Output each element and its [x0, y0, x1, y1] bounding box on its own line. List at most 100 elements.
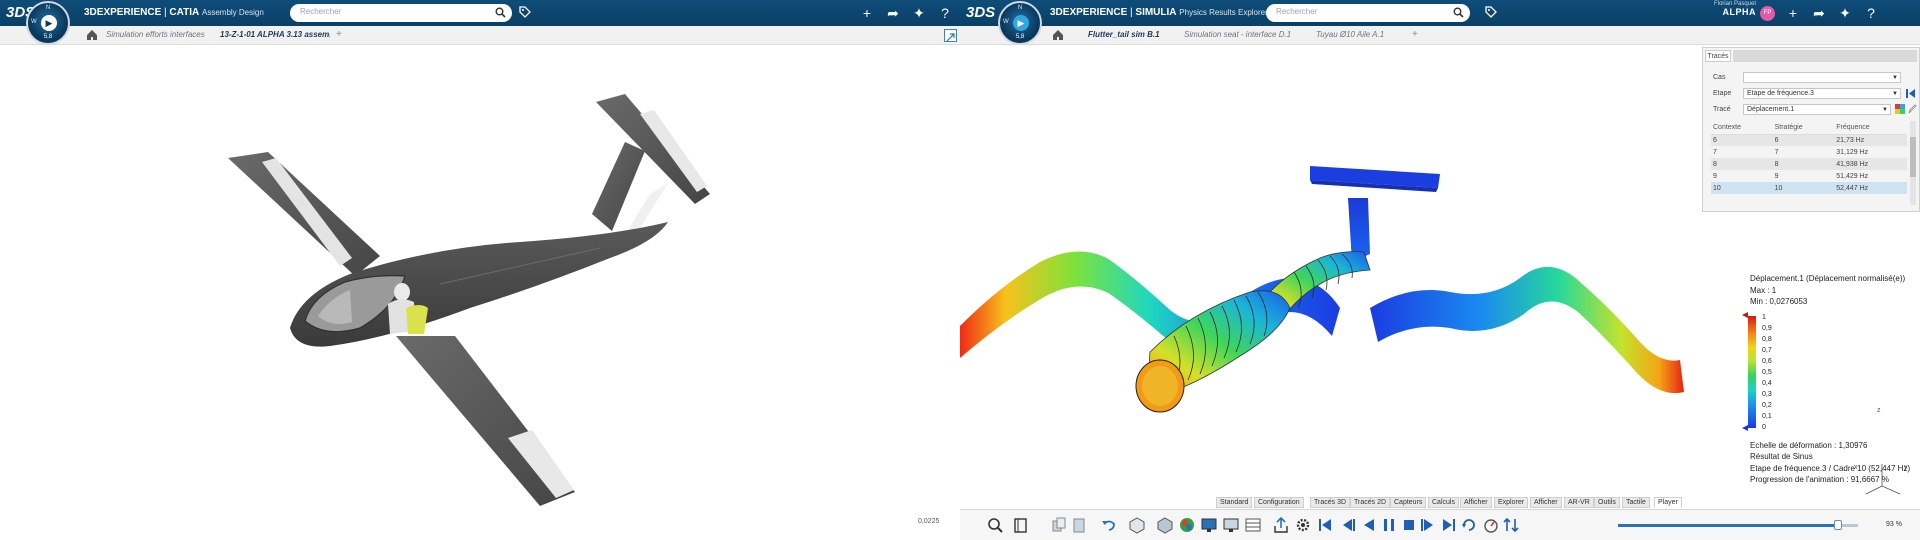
table-row[interactable]: 7 7 31,129 Hz — [1711, 146, 1907, 158]
add-icon[interactable]: + — [1784, 4, 1802, 22]
scrollbar[interactable] — [1910, 121, 1916, 205]
brand-name: 3DEXPERIENCE — [1050, 7, 1128, 18]
next-frame-icon[interactable] — [1420, 516, 1438, 534]
paste-icon[interactable] — [1070, 516, 1088, 534]
render-style-icon[interactable] — [1178, 516, 1196, 534]
color-map-icon[interactable] — [1895, 104, 1905, 115]
traces-panel[interactable]: Tracés Cas ▼ Etape Etape de fréquence.3 ▼… — [1702, 47, 1920, 212]
tab-tuyau[interactable]: Tuyau Ø10 Aile A.1 — [1316, 30, 1394, 39]
table-row[interactable]: 6 6 21,73 Hz — [1711, 134, 1907, 146]
etape-select[interactable]: Etape de fréquence.3 ▼ — [1743, 88, 1901, 99]
tag-icon[interactable] — [518, 5, 532, 19]
prev-frame-icon[interactable] — [1338, 516, 1356, 534]
tab-ar-vr[interactable]: AR-VR — [1564, 497, 1594, 508]
col-contexte[interactable]: Contexte — [1711, 121, 1773, 135]
loop-icon[interactable] — [1460, 516, 1478, 534]
speed-icon[interactable] — [1482, 516, 1500, 534]
home-icon[interactable] — [86, 29, 98, 41]
tab-simulation-seat[interactable]: Simulation seat - interface D.1 — [1184, 30, 1290, 39]
color-scale[interactable] — [1748, 316, 1756, 428]
table-row[interactable]: 10 10 52,447 Hz — [1711, 182, 1907, 194]
display-icon[interactable] — [1222, 516, 1240, 534]
tab-outils[interactable]: Outils — [1594, 497, 1620, 508]
tab-afficher-2[interactable]: Afficher — [1530, 497, 1562, 508]
tab-player[interactable]: Player — [1654, 497, 1682, 508]
airplane-model[interactable] — [0, 46, 960, 540]
3d-viewport[interactable]: 0,0225 — [0, 46, 960, 540]
scrollbar-thumb[interactable] — [1910, 137, 1916, 177]
tab-flutter-tail[interactable]: Flutter_tail sim B.1 — [1088, 30, 1166, 39]
col-strategie[interactable]: Stratégie — [1772, 121, 1835, 135]
col-frequence[interactable]: Fréquence — [1834, 121, 1907, 135]
tab-configuration[interactable]: Configuration — [1254, 497, 1304, 508]
undo-icon[interactable] — [1100, 516, 1118, 534]
tag-icon[interactable] — [1484, 5, 1498, 19]
add-icon[interactable]: + — [858, 4, 876, 22]
copy-icon[interactable] — [1050, 516, 1068, 534]
search-icon[interactable] — [495, 7, 506, 18]
avatar[interactable]: FP — [1760, 6, 1775, 21]
gear-icon[interactable] — [1294, 516, 1312, 534]
play-icon[interactable]: ▶ — [41, 15, 57, 31]
share-icon[interactable]: ➦ — [1810, 4, 1828, 22]
help-icon[interactable]: ? — [936, 4, 954, 22]
tab-calculs[interactable]: Calculs — [1428, 497, 1459, 508]
share-icon[interactable]: ➦ — [884, 4, 902, 22]
book-icon[interactable] — [1012, 516, 1030, 534]
first-frame-icon[interactable] — [1316, 516, 1334, 534]
tab-explorer[interactable]: Explorer — [1494, 497, 1529, 508]
community-icon[interactable]: ✦ — [1836, 4, 1854, 22]
search-placeholder: Rechercher — [300, 7, 342, 16]
community-icon[interactable]: ✦ — [910, 4, 928, 22]
document-tabbar: Simulation efforts interfaces 13-Z-1-01 … — [0, 26, 960, 45]
cell: 21,73 Hz — [1834, 134, 1907, 146]
edit-icon[interactable] — [1908, 104, 1917, 115]
play-backward-icon[interactable] — [1360, 516, 1378, 534]
add-tab-button[interactable]: + — [1412, 29, 1418, 40]
table-icon[interactable] — [1244, 516, 1262, 534]
tab-afficher[interactable]: Afficher — [1460, 497, 1492, 508]
search-input[interactable]: Rechercher — [290, 4, 512, 22]
tab-assembly[interactable]: 13-Z-1-01 ALPHA 3.13 assembly — [220, 30, 330, 39]
tab-traces-3d[interactable]: Tracés 3D — [1310, 497, 1351, 508]
compass-button[interactable]: N W ▶ 5,8 — [26, 1, 70, 45]
tab-traces-2d[interactable]: Tracés 2D — [1350, 497, 1391, 508]
action-bar: 93 % — [960, 509, 1920, 540]
cas-select[interactable]: ▼ — [1743, 72, 1901, 83]
search-icon[interactable] — [1453, 7, 1464, 18]
tab-capteurs[interactable]: Capteurs — [1390, 497, 1427, 508]
settings-sort-icon[interactable] — [1502, 516, 1520, 534]
screen-icon[interactable] — [1200, 516, 1218, 534]
help-icon[interactable]: ? — [1862, 4, 1880, 22]
animation-slider-handle[interactable] — [1834, 520, 1842, 530]
table-row[interactable]: 9 9 51,429 Hz — [1711, 170, 1907, 182]
play-icon[interactable]: ▶ — [1013, 15, 1029, 31]
app-title: 3DEXPERIENCE | SIMULIA Physics Results E… — [1050, 7, 1268, 18]
frequency-table[interactable]: Contexte Stratégie Fréquence 6 6 21,73 Hz … — [1711, 121, 1907, 194]
compass-north: N — [1017, 5, 1023, 11]
export-icon[interactable] — [1272, 516, 1290, 534]
skip-icon[interactable] — [1906, 88, 1916, 99]
view-cube-icon[interactable] — [1156, 516, 1174, 534]
tab-traces[interactable]: Tracés — [1705, 50, 1731, 62]
stop-icon[interactable] — [1400, 516, 1418, 534]
table-row[interactable]: 8 8 41,938 Hz — [1711, 158, 1907, 170]
compass-button[interactable]: N W ▶ 5,8 — [998, 1, 1042, 45]
add-tab-button[interactable]: + — [336, 29, 342, 40]
search-input[interactable]: Rechercher — [1266, 4, 1470, 22]
color-scale-tick: 0,1 — [1762, 413, 1772, 420]
home-icon[interactable] — [1052, 29, 1064, 41]
tab-tactile[interactable]: Tactile — [1622, 497, 1650, 508]
user-block[interactable]: Florian Pasquet ALPHA — [1700, 1, 1756, 17]
zoom-icon[interactable] — [986, 516, 1004, 534]
expand-icon[interactable] — [944, 29, 957, 42]
tab-standard[interactable]: Standard — [1216, 497, 1253, 508]
pause-icon[interactable] — [1380, 516, 1398, 534]
animation-slider[interactable] — [1618, 520, 1858, 530]
cube-icon[interactable] — [1128, 516, 1146, 534]
tab-simulation-efforts[interactable]: Simulation efforts interfaces — [106, 30, 214, 39]
ds-logo[interactable]: 3DS — [966, 4, 995, 21]
min-marker-icon[interactable] — [1742, 425, 1748, 431]
last-frame-icon[interactable] — [1440, 516, 1458, 534]
trace-select[interactable]: Déplacement.1 ▼ — [1743, 104, 1891, 115]
